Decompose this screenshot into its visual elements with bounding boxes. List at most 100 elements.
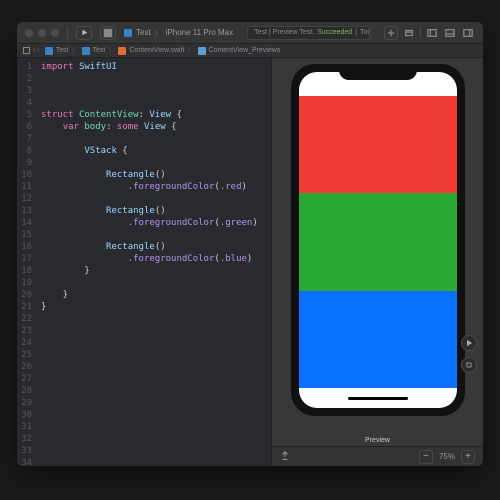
library-button[interactable] [402, 26, 416, 40]
line-number: 23 [17, 325, 32, 337]
line-number: 34 [17, 457, 32, 466]
code-line[interactable] [41, 349, 271, 361]
close-window-button[interactable] [25, 29, 33, 37]
line-number: 21 [17, 301, 32, 313]
code-line[interactable]: Rectangle() [41, 205, 271, 217]
swift-file-icon [118, 47, 126, 55]
line-number: 12 [17, 193, 32, 205]
code-line[interactable] [41, 445, 271, 457]
code-line[interactable] [41, 157, 271, 169]
code-line[interactable]: .foregroundColor(.red) [41, 181, 271, 193]
activity-status[interactable]: Test | Preview Test: Succeeded | Today a… [247, 26, 370, 40]
line-number: 30 [17, 409, 32, 421]
source-editor[interactable]: 1234567891011121314151617181920212223242… [17, 58, 271, 466]
code-line[interactable] [41, 133, 271, 145]
line-number: 24 [17, 337, 32, 349]
preview-label: Preview [272, 433, 483, 446]
code-line[interactable]: } [41, 301, 271, 313]
scheme-selector[interactable]: Test 〉 iPhone 11 Pro Max [124, 28, 233, 38]
code-line[interactable]: Rectangle() [41, 241, 271, 253]
minimize-window-button[interactable] [38, 29, 46, 37]
code-line[interactable]: } [41, 289, 271, 301]
code-line[interactable] [41, 325, 271, 337]
code-line[interactable]: VStack { [41, 145, 271, 157]
code-line[interactable] [41, 433, 271, 445]
code-line[interactable] [41, 337, 271, 349]
line-number: 6 [17, 121, 32, 133]
line-number: 26 [17, 361, 32, 373]
zoom-out-button[interactable]: − [419, 450, 433, 464]
breadcrumb-project[interactable]: Test [45, 47, 69, 55]
line-number: 20 [17, 289, 32, 301]
zoom-in-button[interactable]: + [461, 450, 475, 464]
zoom-window-button[interactable] [51, 29, 59, 37]
breadcrumb-symbol[interactable]: ContentView_Previews [198, 47, 281, 55]
status-separator: | [355, 29, 357, 36]
line-number: 5 [17, 109, 32, 121]
jump-bar: ‹ › Test 〉 Test 〉 ContentView.swift 〉 Co… [17, 44, 483, 58]
code-line[interactable] [41, 97, 271, 109]
code-line[interactable] [41, 409, 271, 421]
device-screen [299, 72, 457, 408]
jump-forward-button[interactable]: › [37, 47, 39, 54]
code-line[interactable]: import SwiftUI [41, 61, 271, 73]
code-line[interactable] [41, 73, 271, 85]
jump-back-button[interactable]: ‹ [33, 47, 35, 54]
stop-button[interactable] [100, 26, 116, 40]
code-line[interactable]: } [41, 265, 271, 277]
code-line[interactable] [41, 277, 271, 289]
line-number: 16 [17, 241, 32, 253]
titlebar-right-controls [384, 26, 475, 40]
separator [420, 26, 421, 38]
code-line[interactable]: struct ContentView: View { [41, 109, 271, 121]
code-content[interactable]: import SwiftUI struct ContentView: View {… [37, 58, 271, 466]
editor-split: 1234567891011121314151617181920212223242… [17, 58, 483, 466]
line-number: 2 [17, 73, 32, 85]
struct-icon [198, 47, 206, 55]
code-line[interactable] [41, 193, 271, 205]
preview-canvas-panel: Preview − 75% + [271, 58, 483, 466]
line-number: 17 [17, 253, 32, 265]
preview-rectangle [299, 291, 457, 388]
project-icon [45, 47, 53, 55]
run-button[interactable] [76, 26, 92, 40]
chevron-right-icon: 〉 [155, 28, 162, 38]
related-items-icon[interactable] [23, 47, 30, 54]
preview-inspect-button[interactable] [461, 357, 477, 373]
line-number-gutter: 1234567891011121314151617181920212223242… [17, 58, 37, 466]
line-number: 9 [17, 157, 32, 169]
code-line[interactable] [41, 421, 271, 433]
code-line[interactable] [41, 361, 271, 373]
breadcrumb-folder[interactable]: Test [82, 47, 106, 55]
line-number: 3 [17, 85, 32, 97]
code-line[interactable]: .foregroundColor(.blue) [41, 253, 271, 265]
code-line[interactable] [41, 313, 271, 325]
code-line[interactable] [41, 385, 271, 397]
preview-play-button[interactable] [461, 335, 477, 351]
code-line[interactable] [41, 85, 271, 97]
preview-rectangle [299, 96, 457, 193]
breadcrumb-file[interactable]: ContentView.swift [118, 47, 184, 55]
code-line[interactable] [41, 229, 271, 241]
toggle-navigator-button[interactable] [425, 26, 439, 40]
line-number: 1 [17, 61, 32, 73]
toggle-inspectors-button[interactable] [461, 26, 475, 40]
code-line[interactable]: var body: some View { [41, 121, 271, 133]
device-bezel [291, 64, 465, 416]
add-button[interactable] [384, 26, 398, 40]
preview-rectangle [299, 193, 457, 290]
code-line[interactable]: .foregroundColor(.green) [41, 217, 271, 229]
code-line[interactable]: Rectangle() [41, 169, 271, 181]
toggle-debug-area-button[interactable] [443, 26, 457, 40]
status-prefix: Test | Preview Test: [254, 29, 314, 36]
preview-canvas[interactable] [272, 58, 483, 433]
code-line[interactable] [41, 373, 271, 385]
line-number: 7 [17, 133, 32, 145]
pin-preview-button[interactable] [280, 451, 290, 463]
code-line[interactable] [41, 397, 271, 409]
line-number: 25 [17, 349, 32, 361]
code-line[interactable] [41, 457, 271, 466]
zoom-level[interactable]: 75% [439, 452, 455, 461]
folder-icon [82, 47, 90, 55]
jump-nav: ‹ › [33, 47, 40, 54]
